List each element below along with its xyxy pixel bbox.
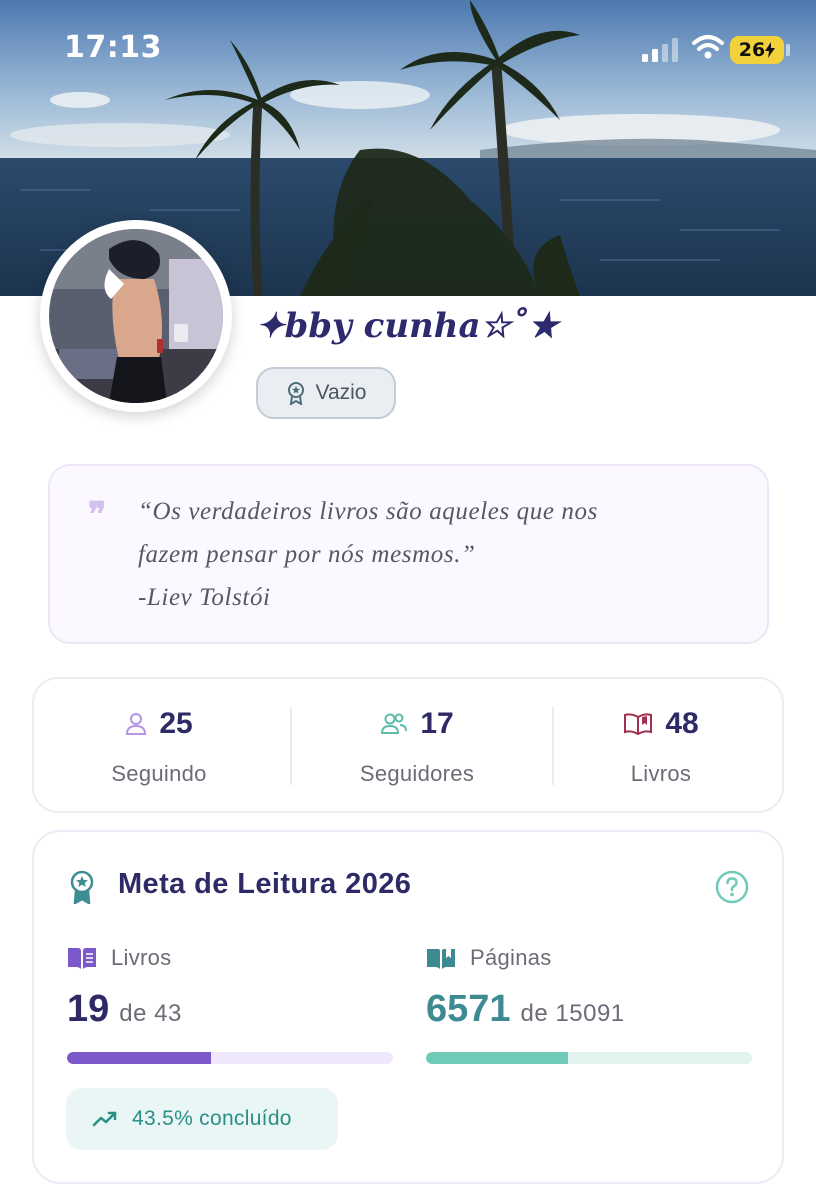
username: ✦bby cunha☆˚★ bbox=[256, 306, 559, 346]
award-icon bbox=[70, 870, 94, 904]
stat-value: 25 bbox=[159, 707, 193, 740]
books-progress-fill bbox=[67, 1052, 212, 1064]
goal-books-current: 19 bbox=[67, 988, 110, 1030]
battery-indicator: 26 bbox=[730, 36, 784, 64]
stat-value: 48 bbox=[665, 707, 699, 740]
goal-books-label: Livros bbox=[111, 945, 172, 970]
stats-card: 25 Seguindo 17 Seguidores 48 Livros bbox=[32, 677, 784, 813]
quote-card: ❞ “Os verdadeiros livros são aqueles que… bbox=[48, 464, 769, 644]
battery-level: 26 bbox=[738, 39, 766, 61]
signal-icon bbox=[642, 38, 678, 62]
stat-following[interactable]: 25 Seguindo bbox=[34, 679, 284, 811]
stat-label: Seguidores bbox=[359, 761, 475, 786]
completion-text: 43.5% concluído bbox=[132, 1107, 292, 1130]
users-icon bbox=[381, 713, 408, 734]
stat-label: Seguindo bbox=[111, 761, 207, 786]
quote-author: -Liev Tolstói bbox=[138, 584, 271, 611]
books-progress-bar bbox=[67, 1052, 393, 1064]
avatar-image bbox=[49, 229, 223, 403]
badge-label: Vazio bbox=[315, 381, 367, 404]
quote-line: fazem pensar por nós mesmos.” bbox=[138, 541, 476, 568]
quote-text: “Os verdadeiros livros são aqueles que n… bbox=[138, 490, 738, 619]
pages-progress-bar bbox=[426, 1052, 752, 1064]
stat-value: 17 bbox=[420, 707, 454, 740]
pages-progress-fill bbox=[426, 1052, 568, 1064]
stat-label: Livros bbox=[630, 761, 692, 786]
quote-line: “Os verdadeiros livros são aqueles que n… bbox=[138, 498, 598, 525]
status-time: 17:13 bbox=[64, 30, 162, 65]
quote-icon: ❞ bbox=[88, 495, 107, 535]
goal-pages: Páginas 6571 de 15091 bbox=[426, 942, 756, 1064]
goal-books: Livros 19 de 43 bbox=[67, 942, 397, 1064]
reading-goal-card: Meta de Leitura 2026 Livros 19 de 43 Pág… bbox=[32, 830, 784, 1184]
charging-icon bbox=[765, 42, 776, 58]
battery-cap bbox=[786, 44, 790, 56]
open-book-icon bbox=[624, 713, 653, 736]
book-icon bbox=[68, 948, 96, 969]
goal-pages-target: de 15091 bbox=[520, 1000, 625, 1027]
trending-up-icon bbox=[92, 1111, 117, 1127]
status-bar: 17:13 26 bbox=[0, 0, 816, 100]
wifi-icon bbox=[692, 35, 724, 59]
reading-goal-title: Meta de Leitura 2026 bbox=[118, 868, 412, 900]
help-icon[interactable] bbox=[715, 870, 749, 904]
stat-followers[interactable]: 17 Seguidores bbox=[292, 679, 542, 811]
goal-pages-label: Páginas bbox=[470, 945, 552, 970]
user-icon bbox=[126, 713, 147, 735]
completion-status: 43.5% concluído bbox=[66, 1088, 338, 1150]
goal-pages-current: 6571 bbox=[426, 988, 511, 1030]
badge-button[interactable]: Vazio bbox=[256, 367, 396, 419]
goal-books-target: de 43 bbox=[119, 1000, 182, 1027]
open-book-icon bbox=[427, 949, 455, 969]
avatar[interactable] bbox=[40, 220, 232, 412]
award-icon bbox=[287, 382, 304, 405]
stat-books[interactable]: 48 Livros bbox=[536, 679, 786, 811]
